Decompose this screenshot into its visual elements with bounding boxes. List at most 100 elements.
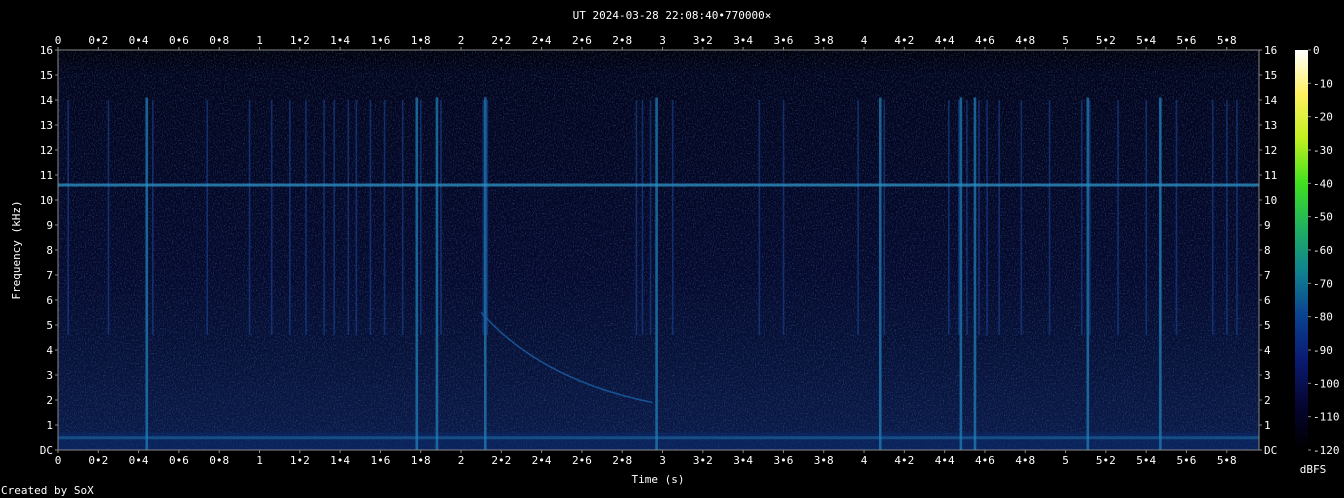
impulse-line [782,100,785,335]
colorbar-tick-label: -20 [1313,111,1333,124]
strong-impulse-line [484,97,487,450]
y-tick-label-left: 6 [46,294,53,307]
colorbar-label: dBFS [1300,463,1327,476]
impulse-line [248,100,251,335]
x-tick-label-bottom: 0•4 [129,454,149,467]
y-tick-label-left: 2 [46,394,53,407]
y-tick-label-left: DC [40,444,53,457]
x-tick-label-bottom: 0 [55,454,62,467]
strong-impulse-line [145,97,149,450]
impulse-line [649,100,652,335]
x-tick-label-bottom: 5•6 [1177,454,1197,467]
impulse-line [440,100,442,335]
x-tick-label-bottom: 2•2 [491,454,511,467]
colorbar-tick-label: -80 [1313,311,1333,324]
x-tick-label-bottom: 2•6 [572,454,592,467]
x-tick-label-bottom: 3•4 [733,454,753,467]
spectrogram-chart: UT 2024-03-28 22:08:40•770000× 0 0•2 0•4 0•… [1,9,1340,497]
colorbar-tick-label: -60 [1313,244,1333,257]
x-tick-label-top: 2 [458,34,465,47]
impulse-line [305,100,307,335]
y-axis-left: DC12345678910111213141516 [40,44,58,457]
y-tick-label-right: 16 [1264,44,1277,57]
x-tick-label-top: 1•6 [370,34,390,47]
y-tick-label-left: 7 [46,269,53,282]
impulse-line [383,100,386,335]
x-tick-label-top: 0•8 [209,34,229,47]
impulse-line [67,100,69,335]
x-tick-label-bottom: 5•4 [1136,454,1156,467]
x-tick-label-top: 3 [659,34,666,47]
impulse-line [333,100,335,335]
colorbar-tick-label: -30 [1313,144,1333,157]
x-tick-label-top: 5•6 [1177,34,1197,47]
x-tick-label-top: 3•4 [733,34,753,47]
horizontal-tone-line [58,183,1259,187]
x-axis-bottom: 0 0•2 0•4 0•6 0•8 1 1•2 1•4 1•6 1•8 2 2•2 2•4 2•6 2•8 3… [55,450,1237,467]
strong-impulse-line [1086,97,1090,450]
x-tick-label-top: 1•8 [411,34,431,47]
impulse-line [369,100,372,335]
y-tick-label-right: 2 [1264,394,1271,407]
x-tick-label-top: 5•2 [1096,34,1116,47]
y-tick-label-left: 8 [46,244,53,257]
x-tick-label-top: 4•6 [975,34,995,47]
noise-texture [58,50,1259,450]
impulse-line [1211,100,1214,335]
y-tick-label-right: 14 [1264,94,1278,107]
y-tick-label-left: 3 [46,369,53,382]
y-tick-label-right: 10 [1264,194,1277,207]
impulse-line [978,100,980,335]
y-tick-label-left: 12 [40,144,53,157]
x-tick-label-top: 0 [55,34,62,47]
colorbar-tick-label: 0 [1313,44,1320,57]
impulse-line [486,100,489,335]
impulse-line [966,100,968,335]
x-tick-label-bottom: 3 [659,454,666,467]
x-tick-label-bottom: 1•8 [411,454,431,467]
x-tick-label-bottom: 3•2 [693,454,713,467]
strong-impulse-line [415,97,419,450]
x-tick-label-bottom: 4•6 [975,454,995,467]
plot-area [57,49,1260,451]
impulse-line [758,100,761,335]
x-tick-label-top: 2•6 [572,34,592,47]
y-tick-label-left: 4 [46,344,53,357]
x-axis-label: Time (s) [632,473,685,486]
x-tick-label-top: 3•2 [693,34,713,47]
impulse-line [857,100,859,335]
y-tick-label-right: 1 [1264,419,1271,432]
impulse-line [206,100,209,335]
credit-text: Created by SoX [1,484,94,497]
colorbar-tick-label: -100 [1313,377,1340,390]
x-tick-label-bottom: 1•2 [290,454,310,467]
chart-title: UT 2024-03-28 22:08:40•770000× [573,9,772,22]
y-tick-label-left: 15 [40,69,53,82]
x-tick-label-top: 0•2 [88,34,108,47]
strong-impulse-line [655,97,658,450]
low-band-line [58,436,1259,440]
y-tick-label-right: 12 [1264,144,1277,157]
y-tick-label-right: 6 [1264,294,1271,307]
low-frequency-band [58,432,1259,450]
colorbar-tick-label: -70 [1313,277,1333,290]
strong-impulse-line [435,97,439,450]
x-tick-label-top: 1•4 [330,34,350,47]
y-tick-label-right: 3 [1264,369,1271,382]
colorbar-tick-label: -120 [1313,444,1340,457]
x-tick-label-bottom: 5 [1062,454,1069,467]
impulse-line [1048,100,1051,335]
impulse-line [401,100,404,335]
x-tick-label-bottom: 2 [458,454,465,467]
impulse-line [947,100,950,335]
colorbar-tick-label: -40 [1313,177,1333,190]
x-tick-label-top: 2•2 [491,34,511,47]
x-tick-label-top: 3•6 [773,34,793,47]
x-tick-label-bottom: 1•4 [330,454,350,467]
y-tick-label-right: 7 [1264,269,1271,282]
impulse-line [152,100,154,335]
impulse-line [1226,100,1228,335]
x-tick-label-top: 0•6 [169,34,189,47]
y-tick-label-left: 16 [40,44,53,57]
impulse-line [1117,100,1119,335]
